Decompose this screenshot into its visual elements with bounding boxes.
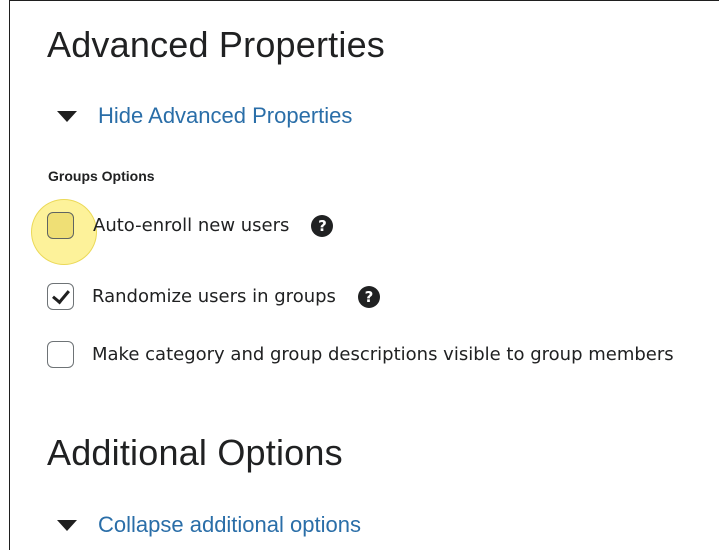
question-circle-icon[interactable]: ? xyxy=(357,285,380,308)
advanced-properties-heading: Advanced Properties xyxy=(47,24,385,65)
additional-options-heading: Additional Options xyxy=(47,432,343,473)
descriptions-visible-label[interactable]: Make category and group descriptions vis… xyxy=(92,344,674,365)
triangle-down-icon xyxy=(57,110,77,122)
hide-advanced-properties-toggle[interactable]: Hide Advanced Properties xyxy=(57,103,352,129)
randomize-users-option: Randomize users in groups ? xyxy=(47,283,380,310)
hide-advanced-properties-link[interactable]: Hide Advanced Properties xyxy=(98,103,352,129)
auto-enroll-checkbox[interactable] xyxy=(47,212,74,239)
collapse-additional-options-toggle[interactable]: Collapse additional options xyxy=(57,512,361,538)
question-circle-icon[interactable]: ? xyxy=(311,214,334,237)
descriptions-visible-option: Make category and group descriptions vis… xyxy=(47,341,674,368)
triangle-down-icon xyxy=(57,519,77,531)
randomize-users-checkbox[interactable] xyxy=(47,283,74,310)
randomize-users-label[interactable]: Randomize users in groups xyxy=(92,286,336,307)
collapse-additional-options-link[interactable]: Collapse additional options xyxy=(98,512,361,538)
groups-options-label: Groups Options xyxy=(48,168,155,184)
auto-enroll-label[interactable]: Auto-enroll new users xyxy=(93,215,289,236)
descriptions-visible-checkbox[interactable] xyxy=(47,341,74,368)
auto-enroll-option: Auto-enroll new users ? xyxy=(47,212,334,239)
